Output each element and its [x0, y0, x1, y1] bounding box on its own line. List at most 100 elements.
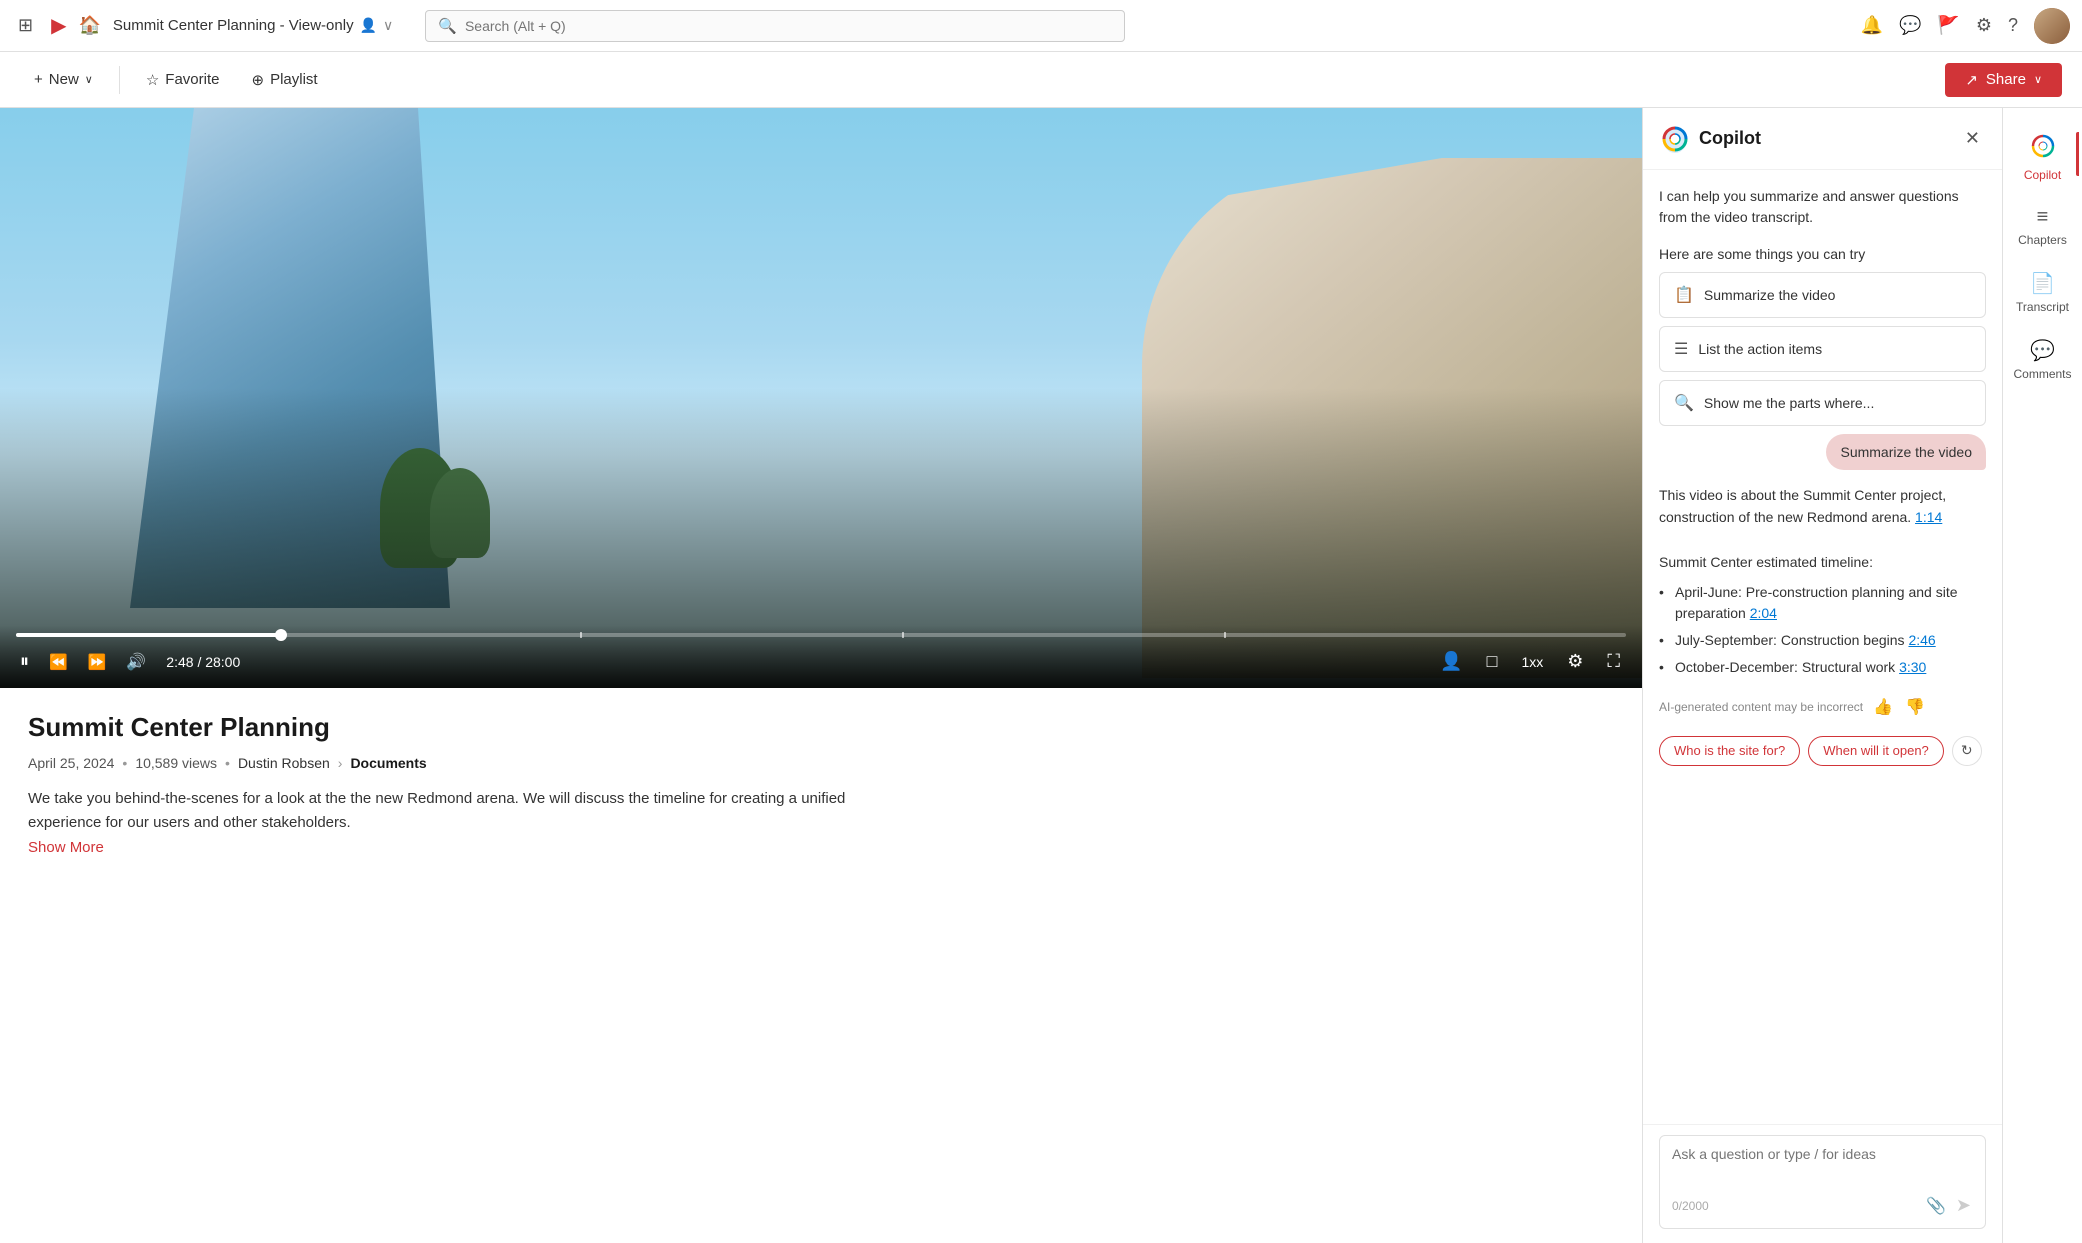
progress-bar[interactable]	[16, 633, 1626, 637]
copilot-suggestions-label: Here are some things you can try	[1659, 246, 1986, 262]
fullscreen-button[interactable]: ⛶	[1601, 647, 1626, 676]
search-bar[interactable]: 🔍	[425, 10, 1125, 42]
sidebar-transcript-button[interactable]: 📄 Transcript	[2007, 261, 2079, 324]
sidebar-copilot-button[interactable]: Copilot	[2007, 124, 2079, 192]
forward-button[interactable]: ⏩	[84, 649, 111, 675]
suggestion-action-items[interactable]: ☰ List the action items	[1659, 326, 1986, 372]
progress-fill	[16, 633, 282, 637]
video-title: Summit Center Planning	[28, 712, 1614, 743]
copilot-header: Copilot ✕	[1643, 108, 2002, 170]
play-pause-button[interactable]: ⏸	[16, 647, 33, 676]
clipboard-icon: 📋	[1674, 285, 1694, 305]
user-bubble: Summarize the video	[1826, 434, 1986, 470]
timeline-label: Summit Center estimated timeline:	[1659, 554, 1873, 570]
copilot-logo-svg	[1661, 125, 1689, 153]
ai-disclaimer: AI-generated content may be incorrect	[1659, 700, 1863, 714]
share-button[interactable]: ↗ Share ∨	[1945, 63, 2062, 97]
comments-icon: 💬	[2030, 338, 2055, 363]
timestamp-link-1[interactable]: 1:14	[1915, 509, 1942, 525]
chapter-marker-3	[1224, 632, 1226, 638]
copilot-sidebar-item-wrapper: Copilot	[2007, 124, 2079, 192]
page-title: Summit Center Planning - View-only 👤 ∨	[113, 17, 393, 34]
sidebar-comments-button[interactable]: 💬 Comments	[2007, 328, 2079, 391]
thumbs-down-button[interactable]: 👎	[1903, 695, 1927, 719]
rewind-button[interactable]: ⏪	[45, 649, 72, 675]
timeline-item-3: October-December: Structural work 3:30	[1659, 657, 1986, 678]
copilot-sidebar-icon	[2031, 134, 2055, 164]
plus-circle-icon: ⊕	[251, 71, 264, 89]
help-icon[interactable]: ?	[2008, 15, 2018, 36]
notification-icon[interactable]: 🔔	[1861, 15, 1883, 36]
copilot-close-button[interactable]: ✕	[1961, 124, 1984, 153]
progress-thumb	[275, 629, 287, 641]
video-section: ⏸ ⏪ ⏩ 🔊 2:48 / 28:00 👤 □ 1xx	[0, 108, 1642, 1243]
video-views: 10,589 views	[135, 755, 217, 771]
attachment-button[interactable]: 📎	[1924, 1193, 1948, 1218]
copilot-text-input[interactable]	[1672, 1146, 1973, 1182]
video-folder[interactable]: Documents	[350, 755, 426, 771]
share-label: Share	[1986, 71, 2026, 88]
nav-title-text: Summit Center Planning - View-only	[113, 17, 354, 34]
video-player[interactable]: ⏸ ⏪ ⏩ 🔊 2:48 / 28:00 👤 □ 1xx	[0, 108, 1642, 688]
suggestion-parts-label: Show me the parts where...	[1704, 395, 1874, 411]
comments-label: Comments	[2014, 367, 2072, 381]
share-icon: ↗	[1965, 71, 1978, 89]
list-icon: ☰	[1674, 339, 1688, 359]
subtitles-button[interactable]: □	[1481, 647, 1504, 676]
search-input[interactable]	[465, 18, 1112, 34]
copilot-input-area: 0/2000 📎 ➤	[1643, 1124, 2002, 1243]
plus-icon: +	[34, 71, 43, 88]
meta-sep-1: •	[122, 755, 127, 771]
suggestion-summarize-label: Summarize the video	[1704, 287, 1836, 303]
timeline-list: April-June: Pre-construction planning an…	[1659, 582, 1986, 678]
refresh-questions-button[interactable]: ↻	[1952, 736, 1982, 766]
quick-q-1-label: Who is the site for?	[1674, 743, 1785, 758]
stream-logo[interactable]: ▶	[51, 13, 66, 38]
favorite-button[interactable]: ☆ Favorite	[132, 65, 234, 95]
conversation-icon[interactable]: 💬	[1899, 15, 1921, 36]
speed-button[interactable]: 1xx	[1515, 650, 1549, 674]
chevron-down-icon: ∨	[85, 73, 93, 86]
home-icon[interactable]: 🏠	[78, 15, 100, 36]
send-button[interactable]: ➤	[1954, 1193, 1973, 1218]
timeline-item-2: July-September: Construction begins 2:46	[1659, 630, 1986, 651]
suggestion-summarize[interactable]: 📋 Summarize the video	[1659, 272, 1986, 318]
volume-button[interactable]: 🔊	[122, 648, 150, 676]
time-current: 2:48	[166, 654, 193, 670]
thumbs-up-button[interactable]: 👍	[1871, 695, 1895, 719]
meta-sep-2: •	[225, 755, 230, 771]
controls-row: ⏸ ⏪ ⏩ 🔊 2:48 / 28:00 👤 □ 1xx	[16, 647, 1626, 676]
copilot-logo	[1661, 125, 1689, 153]
people-icon: 👤	[360, 17, 377, 34]
copilot-sidebar-label: Copilot	[2024, 168, 2061, 182]
sidebar-chapters-button[interactable]: ≡ Chapters	[2007, 196, 2079, 257]
settings-icon[interactable]: ⚙	[1976, 15, 1992, 36]
quick-q-2[interactable]: When will it open?	[1808, 736, 1944, 766]
flag-icon[interactable]: 🚩	[1937, 15, 1959, 36]
quick-q-1[interactable]: Who is the site for?	[1659, 736, 1800, 766]
input-actions: 📎 ➤	[1924, 1193, 1973, 1218]
timestamp-link-4[interactable]: 3:30	[1899, 659, 1926, 675]
search-icon: 🔍	[438, 17, 457, 35]
copilot-input-box: 0/2000 📎 ➤	[1659, 1135, 1986, 1229]
suggestion-parts[interactable]: 🔍 Show me the parts where...	[1659, 380, 1986, 426]
video-info: Summit Center Planning April 25, 2024 • …	[0, 688, 1642, 880]
copilot-panel: Copilot ✕ I can help you summarize and a…	[1642, 108, 2002, 1243]
grid-icon[interactable]: ⊞	[12, 9, 39, 42]
chevron-down-icon[interactable]: ∨	[383, 17, 393, 34]
ctrl-right: 👤 □ 1xx ⚙ ⛶	[1434, 647, 1626, 676]
user-message: Summarize the video	[1659, 434, 1986, 470]
settings-video-button[interactable]: ⚙	[1561, 647, 1589, 676]
speed-label: 1x	[1521, 654, 1536, 670]
quick-questions: Who is the site for? When will it open? …	[1659, 736, 1986, 766]
assistant-message: This video is about the Summit Center pr…	[1659, 484, 1986, 678]
captions-button[interactable]: 👤	[1434, 647, 1468, 676]
playlist-button[interactable]: ⊕ Playlist	[237, 65, 331, 95]
timestamp-link-3[interactable]: 2:46	[1908, 632, 1935, 648]
timestamp-link-2[interactable]: 2:04	[1750, 605, 1777, 621]
new-button[interactable]: + New ∨	[20, 65, 107, 94]
show-more-link[interactable]: Show More	[28, 839, 1614, 856]
toolbar: + New ∨ ☆ Favorite ⊕ Playlist ↗ Share ∨	[0, 52, 2082, 108]
transcript-label: Transcript	[2016, 300, 2069, 314]
avatar[interactable]	[2034, 8, 2070, 44]
